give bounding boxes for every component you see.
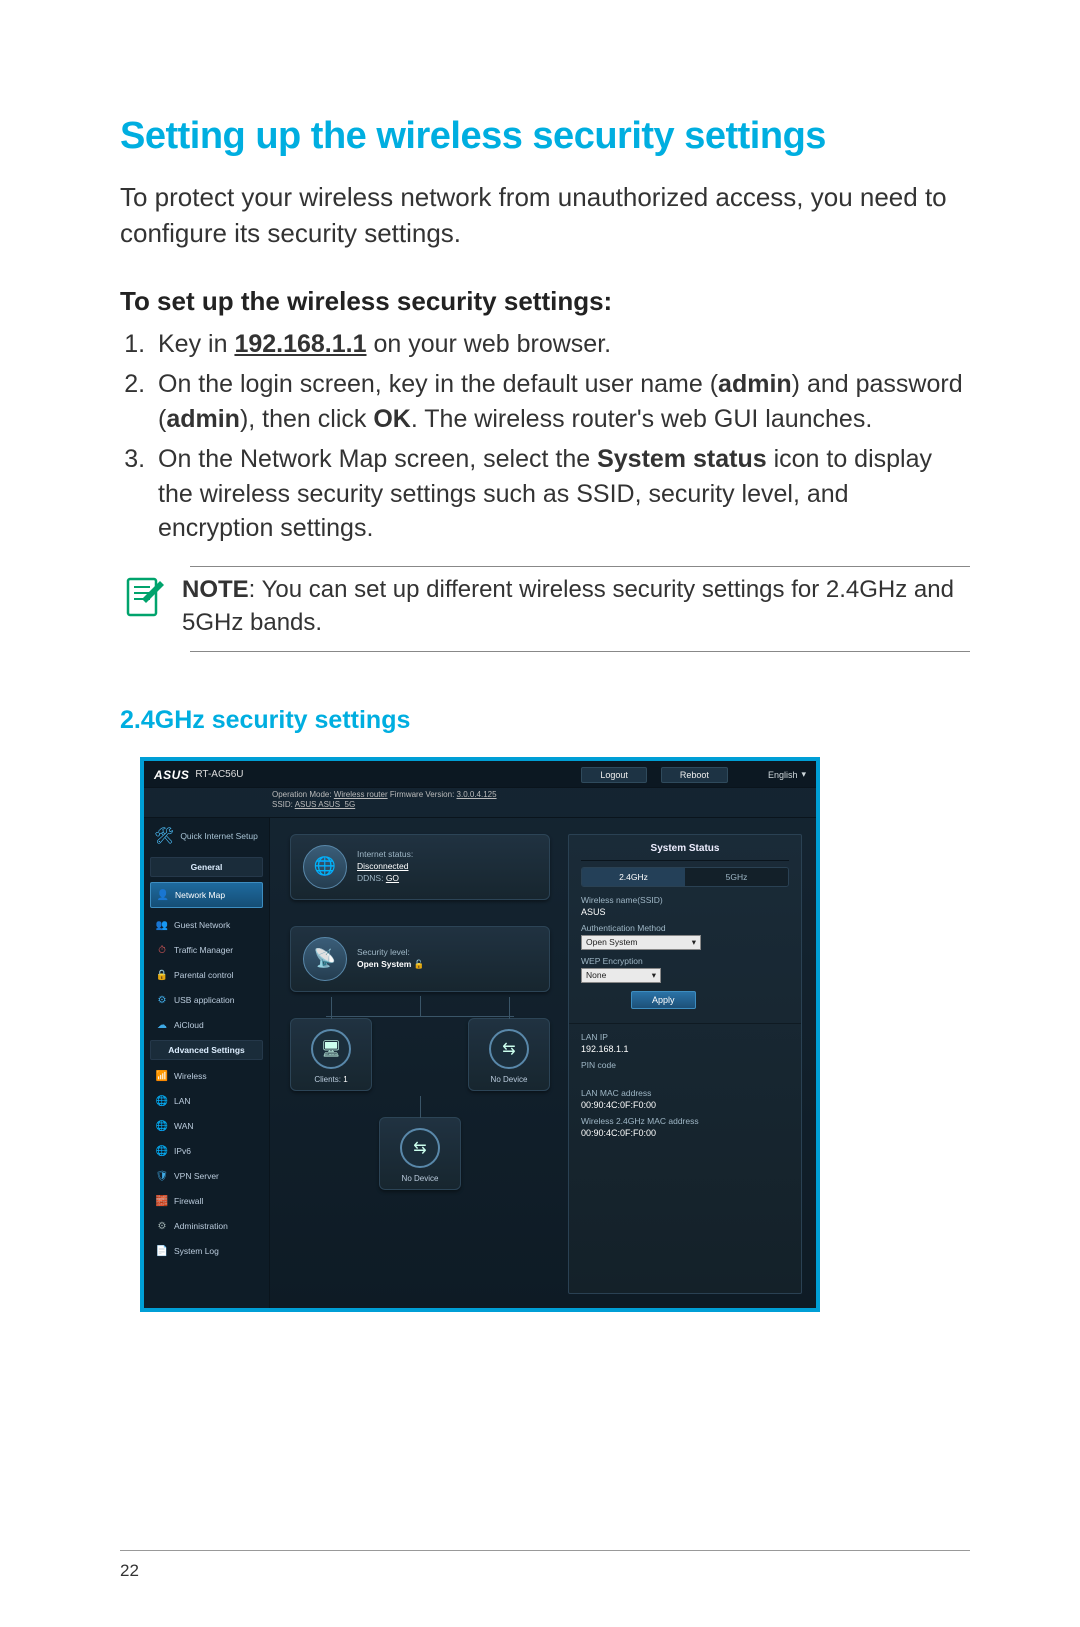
wrench-icon: 🛠 (154, 828, 174, 846)
note-text: NOTE: You can set up different wireless … (182, 573, 970, 639)
value-lanip: 192.168.1.1 (581, 1044, 789, 1054)
language-select[interactable]: English▾ (768, 769, 806, 780)
sidebar-item-wireless[interactable]: 📶Wireless (150, 1065, 263, 1087)
label-pin: PIN code (581, 1060, 789, 1070)
band-heading: 2.4GHz security settings (120, 706, 970, 735)
sidebar-item-aicloud[interactable]: ☁AiCloud (150, 1014, 263, 1036)
gui-sidebar: 🛠 Quick Internet Setup General 👤Network … (144, 818, 270, 1308)
wifi-icon: 📶 (156, 1070, 168, 1082)
sidebar-item-guest[interactable]: 👥Guest Network (150, 914, 263, 936)
tab-24ghz[interactable]: 2.4GHz (582, 868, 685, 886)
sidebar-header-advanced: Advanced Settings (150, 1040, 263, 1060)
steps-list: Key in 192.168.1.1 on your web browser. … (120, 327, 970, 546)
value-wmac: 00:90:4C:0F:F0:00 (581, 1128, 789, 1138)
sidebar-header-general: General (150, 857, 263, 877)
usb1-card[interactable]: ⇆ No Device (468, 1018, 550, 1091)
label-ssid: Wireless name(SSID) (581, 895, 789, 905)
sidebar-item-vpn[interactable]: 🛡VPN Server (150, 1165, 263, 1187)
label-wmac: Wireless 2.4GHz MAC address (581, 1116, 789, 1126)
sidebar-item-log[interactable]: 📄System Log (150, 1240, 263, 1262)
page-number: 22 (120, 1561, 139, 1580)
note-block: NOTE: You can set up different wireless … (120, 573, 970, 639)
sidebar-item-network-map[interactable]: 👤Network Map (150, 882, 263, 908)
apply-button[interactable]: Apply (631, 991, 696, 1009)
select-auth[interactable]: Open System▾ (581, 935, 701, 950)
cloud-icon: ☁ (156, 1019, 168, 1031)
monitor-icon: 🖥 (311, 1029, 351, 1069)
panel-title: System Status (581, 843, 789, 861)
meter-icon: ⏱ (156, 944, 168, 956)
globe-icon: 🌐 (156, 1095, 168, 1107)
internet-card[interactable]: 🌐 Internet status: Disconnected DDNS: GO (290, 834, 550, 900)
note-icon (120, 573, 168, 626)
logout-button[interactable]: Logout (581, 767, 647, 783)
sidebar-item-ipv6[interactable]: 🌐IPv6 (150, 1140, 263, 1162)
gui-infobar: Operation Mode: Wireless router Firmware… (144, 788, 816, 818)
brand-logo: ASUS (154, 768, 189, 782)
globe-icon: 🌐 (156, 1145, 168, 1157)
sidebar-qis[interactable]: 🛠 Quick Internet Setup (150, 824, 263, 854)
globe-icon: 🌐 (156, 1120, 168, 1132)
gui-topbar: ASUS RT-AC56U Logout Reboot English▾ (144, 761, 816, 788)
group-icon: 👥 (156, 919, 168, 931)
router-screenshot: ASUS RT-AC56U Logout Reboot English▾ Ope… (140, 757, 820, 1312)
usb-icon: ⇆ (400, 1128, 440, 1168)
steps-heading: To set up the wireless security settings… (120, 286, 970, 317)
globe-icon: 🌐 (303, 845, 347, 889)
shield-icon: 🛡 (156, 1170, 168, 1182)
sidebar-item-parental[interactable]: 🔒Parental control (150, 964, 263, 986)
label-auth: Authentication Method (581, 923, 789, 933)
firewall-icon: 🧱 (156, 1195, 168, 1207)
tab-5ghz[interactable]: 5GHz (685, 868, 788, 886)
value-ssid[interactable]: ASUS (581, 907, 789, 917)
value-lanmac: 00:90:4C:0F:F0:00 (581, 1100, 789, 1110)
note-rule-top (190, 566, 970, 567)
clients-card[interactable]: 🖥 Clients: 1 (290, 1018, 372, 1091)
label-lanmac: LAN MAC address (581, 1088, 789, 1098)
label-lanip: LAN IP (581, 1032, 789, 1042)
chevron-down-icon: ▾ (652, 970, 656, 981)
router-icon: 📡 (303, 937, 347, 981)
section-heading: Setting up the wireless security setting… (120, 115, 970, 158)
select-wep[interactable]: None▾ (581, 968, 661, 983)
usb-icon: ⚙ (156, 994, 168, 1006)
network-map-column: 🌐 Internet status: Disconnected DDNS: GO… (290, 834, 550, 1294)
lock-open-icon: 🔓 (414, 959, 425, 969)
gear-icon: ⚙ (156, 1220, 168, 1232)
system-status-panel: System Status 2.4GHz 5GHz Wireless name(… (568, 834, 802, 1294)
security-card[interactable]: 📡 Security level: Open System 🔓 (290, 926, 550, 992)
sidebar-item-wan[interactable]: 🌐WAN (150, 1115, 263, 1137)
label-wep: WEP Encryption (581, 956, 789, 966)
step-2: On the login screen, key in the default … (152, 367, 970, 436)
ip-address: 192.168.1.1 (234, 330, 366, 358)
step-3: On the Network Map screen, select the Sy… (152, 442, 970, 546)
usb2-card[interactable]: ⇆ No Device (379, 1117, 461, 1190)
note-rule-bottom (190, 651, 970, 652)
intro-paragraph: To protect your wireless network from un… (120, 180, 970, 252)
page-footer: 22 (120, 1550, 970, 1581)
sidebar-item-lan[interactable]: 🌐LAN (150, 1090, 263, 1112)
sidebar-item-traffic[interactable]: ⏱Traffic Manager (150, 939, 263, 961)
step-1: Key in 192.168.1.1 on your web browser. (152, 327, 970, 362)
sidebar-item-firewall[interactable]: 🧱Firewall (150, 1190, 263, 1212)
log-icon: 📄 (156, 1245, 168, 1257)
model-label: RT-AC56U (195, 769, 243, 780)
lock-icon: 🔒 (156, 969, 168, 981)
usb-icon: ⇆ (489, 1029, 529, 1069)
user-icon: 👤 (157, 889, 169, 901)
sidebar-item-admin[interactable]: ⚙Administration (150, 1215, 263, 1237)
sidebar-item-usb[interactable]: ⚙USB application (150, 989, 263, 1011)
chevron-down-icon: ▾ (692, 937, 696, 948)
chevron-down-icon: ▾ (801, 769, 806, 780)
reboot-button[interactable]: Reboot (661, 767, 728, 783)
